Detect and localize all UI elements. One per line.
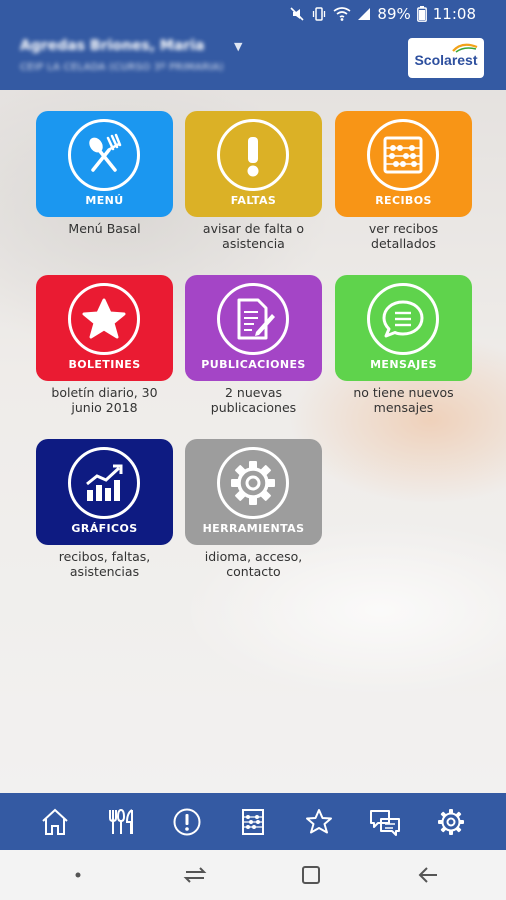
mute-icon (289, 6, 305, 22)
nav-mensajes-button[interactable] (365, 802, 405, 842)
chevron-down-icon[interactable]: ▼ (234, 40, 242, 53)
nav-home-button[interactable] (35, 802, 75, 842)
tile-publicaciones-box[interactable]: PUBLICACIONES (185, 275, 322, 381)
recent-apps-icon (183, 867, 207, 883)
back-button[interactable] (408, 855, 448, 895)
abacus-icon (242, 808, 264, 835)
tile-mensajes-label: MENSAJES (370, 358, 437, 371)
bar-chart-icon (68, 447, 140, 519)
home-system-button[interactable] (291, 855, 331, 895)
tile-herramientas-subtitle: idioma, acceso, contacto (204, 549, 303, 579)
gear-icon (217, 447, 289, 519)
scolarest-logo: Scolarest (408, 38, 484, 78)
fork-spoon-icon (68, 119, 140, 191)
tile-boletines[interactable]: BOLETINES boletín diario, 30 junio 2018 (36, 275, 173, 415)
logo-swoosh-icon (452, 43, 478, 53)
tile-graficos[interactable]: GRÁFICOS recibos, faltas, asistencias (36, 439, 173, 579)
messages-icon (370, 809, 400, 836)
square-home-icon (302, 866, 321, 884)
tile-publicaciones[interactable]: PUBLICACIONES 2 nuevas publicaciones (185, 275, 322, 415)
settings-icon (438, 808, 464, 835)
tile-menu[interactable]: MENÚ Menú Basal (36, 111, 173, 236)
abacus-icon (367, 119, 439, 191)
vibrate-icon (311, 6, 327, 22)
tile-menu-box[interactable]: MENÚ (36, 111, 173, 217)
star-icon (306, 808, 332, 833)
document-pen-icon (217, 283, 289, 355)
alert-icon (173, 808, 201, 835)
tile-publicaciones-subtitle: 2 nuevas publicaciones (210, 385, 297, 415)
tile-recibos-label: RECIBOS (375, 194, 432, 207)
battery-icon (416, 6, 427, 22)
clock: 11:08 (432, 5, 476, 23)
bottom-nav (0, 793, 506, 850)
nav-dot-button[interactable] (58, 855, 98, 895)
nav-menu-button[interactable] (101, 802, 141, 842)
tile-faltas-box[interactable]: FALTAS (185, 111, 322, 217)
logo-text: Scolarest (414, 52, 478, 68)
wifi-icon (333, 6, 351, 22)
tile-publicaciones-label: PUBLICACIONES (201, 358, 306, 371)
tile-menu-subtitle: Menú Basal (68, 221, 141, 236)
exclamation-icon (217, 119, 289, 191)
tile-mensajes-box[interactable]: MENSAJES (335, 275, 472, 381)
tile-graficos-box[interactable]: GRÁFICOS (36, 439, 173, 545)
tile-mensajes[interactable]: MENSAJES no tiene nuevos mensajes (335, 275, 472, 415)
tile-boletines-label: BOLETINES (68, 358, 141, 371)
nav-boletines-button[interactable] (299, 802, 339, 842)
back-arrow-icon (418, 867, 437, 883)
nav-settings-button[interactable] (431, 802, 471, 842)
tile-faltas-subtitle: avisar de falta o asistencia (202, 221, 305, 251)
recent-apps-button[interactable] (175, 855, 215, 895)
dot-icon (75, 872, 81, 878)
nav-recibos-button[interactable] (233, 802, 273, 842)
tile-faltas[interactable]: FALTAS avisar de falta o asistencia (185, 111, 322, 251)
system-nav-bar (0, 850, 506, 900)
tile-herramientas-label: HERRAMIENTAS (202, 522, 305, 535)
battery-percent: 89% (377, 5, 411, 23)
tile-graficos-subtitle: recibos, faltas, asistencias (58, 549, 151, 579)
home-icon (42, 808, 68, 835)
tile-recibos-subtitle: ver recibos detallados (368, 221, 439, 251)
tile-boletines-subtitle: boletín diario, 30 junio 2018 (51, 385, 158, 415)
tile-herramientas[interactable]: HERRAMIENTAS idioma, acceso, contacto (185, 439, 322, 579)
tile-boletines-box[interactable]: BOLETINES (36, 275, 173, 381)
tile-mensajes-subtitle: no tiene nuevos mensajes (353, 385, 454, 415)
chat-bubble-icon (367, 283, 439, 355)
user-name[interactable]: Agredas Briones, Maria (20, 38, 204, 54)
app-header: Agredas Briones, Maria ▼ CEIP LA CELADA … (0, 28, 506, 90)
status-bar: 89% 11:08 (0, 0, 506, 28)
tile-recibos[interactable]: RECIBOS ver recibos detallados (335, 111, 472, 251)
tile-faltas-label: FALTAS (230, 194, 277, 207)
tile-recibos-box[interactable]: RECIBOS (335, 111, 472, 217)
school-name: CEIP LA CELADA (CURSO 3º PRIMARIA) (20, 62, 224, 73)
cutlery-icon (109, 808, 133, 834)
tile-menu-label: MENÚ (85, 194, 124, 207)
star-icon (68, 283, 140, 355)
tile-graficos-label: GRÁFICOS (71, 522, 138, 535)
tile-herramientas-box[interactable]: HERRAMIENTAS (185, 439, 322, 545)
signal-icon (357, 7, 371, 21)
nav-faltas-button[interactable] (167, 802, 207, 842)
